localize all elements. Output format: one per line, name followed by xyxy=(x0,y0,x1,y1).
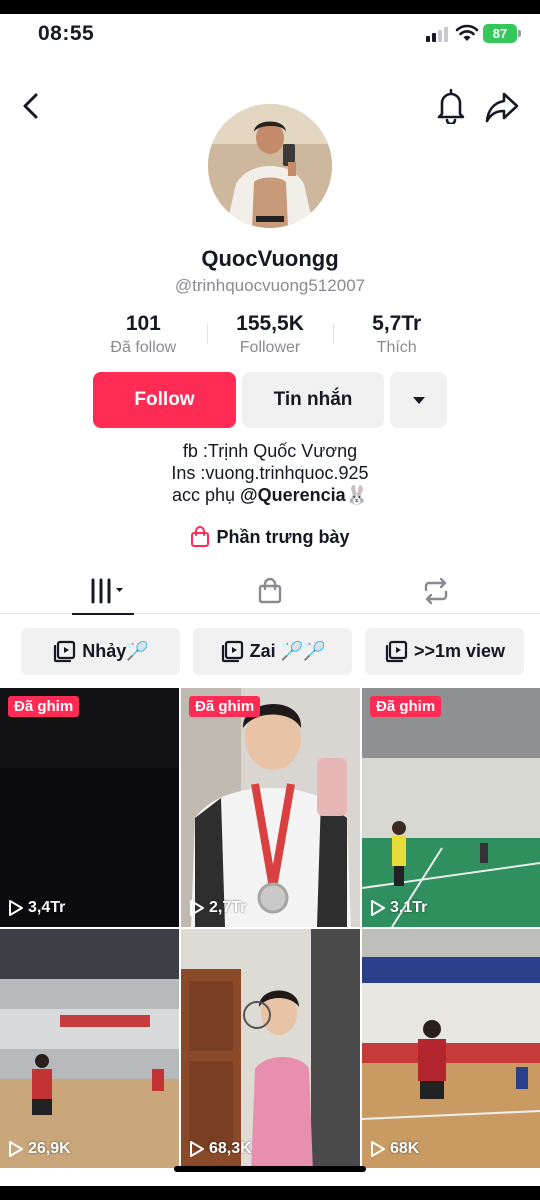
bell-icon[interactable] xyxy=(434,88,468,124)
shopping-bag-icon xyxy=(191,526,210,547)
username-handle: @trinhquocvuong512007 xyxy=(174,276,366,295)
stat-followers[interactable]: 155,5K Follower xyxy=(206,312,334,362)
bio-text: acc phụ xyxy=(171,485,241,505)
pinned-badge: Đã ghim xyxy=(189,696,261,717)
view-count-text: 3,1Tr xyxy=(390,899,428,916)
home-indicator[interactable] xyxy=(174,1166,366,1172)
play-icon xyxy=(190,900,204,916)
playlist-icon xyxy=(221,640,243,662)
play-icon xyxy=(371,1141,385,1157)
avatar[interactable] xyxy=(208,104,332,228)
stat-label: Follower xyxy=(239,339,301,356)
playlist-icon xyxy=(54,640,76,662)
video-thumbnail[interactable]: 68,3K xyxy=(181,929,360,1168)
stat-label: Đã follow xyxy=(110,339,177,356)
content-tabs xyxy=(0,568,540,615)
caret-down-icon xyxy=(412,396,425,404)
pinned-badge: Đã ghim xyxy=(370,696,442,717)
bio-line: fb :Trịnh Quốc Vương xyxy=(182,441,358,461)
playlist-chip[interactable]: Nhảy🏸 xyxy=(21,628,180,675)
showcase-label: Phần trưng bày xyxy=(216,526,350,547)
thumbnail-image xyxy=(0,929,179,1168)
view-count-text: 26,9K xyxy=(28,1140,71,1157)
stat-following[interactable]: 101 Đã follow xyxy=(80,312,207,362)
battery-indicator: 87 xyxy=(483,24,521,43)
cellular-signal-icon xyxy=(426,26,448,42)
video-thumbnail[interactable]: Đã ghim 3,1Tr xyxy=(362,688,540,927)
play-icon xyxy=(9,1141,23,1157)
profile-stats: 101 Đã follow 155,5K Follower 5,7Tr Thíc… xyxy=(80,312,460,362)
thumbnail-image xyxy=(181,929,360,1168)
stat-value: 155,5K xyxy=(236,312,304,335)
status-bar: 08:55 87 xyxy=(0,20,540,48)
thumbnail-image xyxy=(362,688,540,927)
thumbnail-image xyxy=(181,688,360,927)
showcase-link[interactable]: Phần trưng bày xyxy=(0,524,540,550)
view-count-text: 2,7Tr xyxy=(209,899,247,916)
video-grid: Đã ghim 3,4Tr Đã ghim 2,7Tr Đã ghim 3,1T… xyxy=(0,688,540,1172)
play-icon xyxy=(190,1141,204,1157)
stat-likes[interactable]: 5,7Tr Thích xyxy=(333,312,460,362)
stat-value: 5,7Tr xyxy=(372,312,422,335)
share-arrow-icon[interactable] xyxy=(484,90,520,124)
bottom-bezel xyxy=(0,1186,540,1200)
status-time: 08:55 xyxy=(38,22,95,45)
back-arrow-icon[interactable] xyxy=(16,90,48,122)
view-count: 3,4Tr xyxy=(8,899,65,917)
view-count-text: 68,3K xyxy=(209,1140,252,1157)
view-count: 26,9K xyxy=(8,1140,71,1158)
top-bezel xyxy=(0,0,540,14)
display-name: QuocVuongg xyxy=(201,246,339,271)
playlist-label: Zai 🏸🏸 xyxy=(249,641,326,661)
playlist-chip[interactable]: >>1m view xyxy=(365,628,524,675)
thumbnail-image xyxy=(362,929,540,1168)
wifi-icon xyxy=(455,24,479,41)
view-count: 2,7Tr xyxy=(189,899,246,917)
pinned-badge: Đã ghim xyxy=(8,696,80,717)
view-count: 68,3K xyxy=(189,1140,252,1158)
bio-mention-link[interactable]: @Querencia🐰 xyxy=(240,485,368,505)
repost-icon xyxy=(424,577,448,605)
bio-line: acc phụ @Querencia🐰 xyxy=(0,484,540,506)
tab-videos[interactable] xyxy=(72,568,134,615)
stat-value: 101 xyxy=(125,312,161,335)
more-options-button[interactable] xyxy=(390,372,447,428)
play-icon xyxy=(9,900,23,916)
view-count: 68K xyxy=(370,1140,419,1158)
video-thumbnail[interactable]: Đã ghim 2,7Tr xyxy=(181,688,360,927)
play-icon xyxy=(371,900,385,916)
video-thumbnail[interactable]: 26,9K xyxy=(0,929,179,1168)
playlist-label: >>1m view xyxy=(413,641,506,661)
playlist-chip[interactable]: Zai 🏸🏸 xyxy=(193,628,352,675)
view-count: 3,1Tr xyxy=(370,899,427,917)
bio-line: Ins :vuong.trinhquoc.925 xyxy=(171,463,369,483)
follow-button[interactable]: Follow xyxy=(93,372,236,428)
video-grid-icon xyxy=(91,578,123,604)
video-thumbnail[interactable]: 68K xyxy=(362,929,540,1168)
video-thumbnail[interactable]: Đã ghim 3,4Tr xyxy=(0,688,179,927)
tab-reposts[interactable] xyxy=(404,568,468,614)
playlist-icon xyxy=(385,640,408,662)
playlist-label: Nhảy🏸 xyxy=(82,641,149,661)
profile-bio: fb :Trịnh Quốc Vương Ins :vuong.trinhquo… xyxy=(0,440,540,506)
avatar-photo xyxy=(208,104,332,228)
view-count-text: 68K xyxy=(390,1140,420,1157)
shopping-bag-icon xyxy=(258,577,282,604)
thumbnail-image xyxy=(0,688,179,927)
stat-label: Thích xyxy=(376,339,417,356)
tab-shop[interactable] xyxy=(238,568,302,614)
playlist-chips: Nhảy🏸 Zai 🏸🏸 >>1m view xyxy=(0,628,540,676)
message-button[interactable]: Tin nhắn xyxy=(242,372,384,428)
view-count-text: 3,4Tr xyxy=(28,899,66,916)
